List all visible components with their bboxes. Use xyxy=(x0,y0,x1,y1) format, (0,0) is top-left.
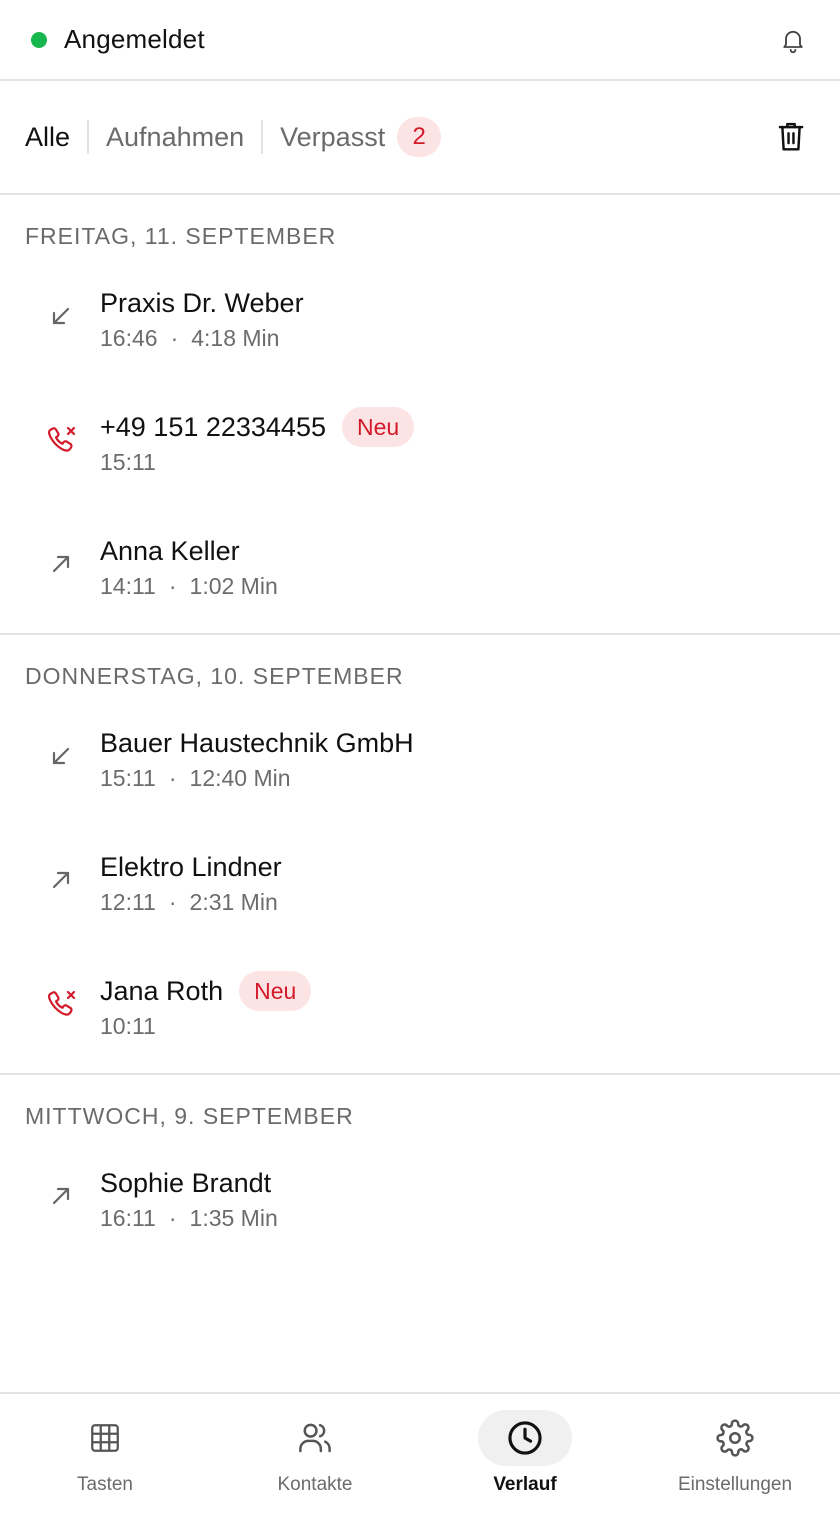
call-time: 12:11 xyxy=(100,889,156,915)
caller-name: Elektro Lindner xyxy=(100,851,282,882)
caller-name: Praxis Dr. Weber xyxy=(100,287,304,318)
call-time: 10:11 xyxy=(100,1013,156,1039)
date-header: MITTWOCH, 9. SEPTEMBER xyxy=(25,1103,354,1129)
caller-name: Jana Roth xyxy=(100,975,224,1006)
status-text: Angemeldet xyxy=(64,24,205,54)
nav-label: Tasten xyxy=(77,1474,133,1495)
meta-separator: · xyxy=(170,325,179,351)
call-duration: 2:31 Min xyxy=(189,889,278,915)
call-duration: 12:40 Min xyxy=(189,765,291,791)
new-badge: Neu xyxy=(239,971,312,1011)
meta-separator: · xyxy=(168,1205,177,1231)
bottom-navigation: Tasten Kontakte Verlauf Einstellungen xyxy=(0,1392,840,1520)
tab-missed-label: Verpasst xyxy=(280,121,386,152)
trash-icon xyxy=(778,122,804,151)
caller-name: Bauer Haustechnik GmbH xyxy=(100,727,414,758)
nav-label: Einstellungen xyxy=(677,1474,793,1495)
meta-separator: · xyxy=(168,889,177,915)
call-history-list: FREITAG, 11. SEPTEMBER Praxis Dr. Weber … xyxy=(0,195,840,1265)
tab-divider xyxy=(261,120,264,154)
call-row[interactable]: Elektro Lindner 12:11 · 2:31 Min xyxy=(0,825,840,949)
call-time: 14:11 xyxy=(100,573,156,599)
date-header: FREITAG, 11. SEPTEMBER xyxy=(25,223,337,249)
call-row[interactable]: Bauer Haustechnik GmbH 15:11 · 12:40 Min xyxy=(0,701,840,825)
call-row[interactable]: Anna Keller 14:11 · 1:02 Min xyxy=(0,509,840,633)
outgoing-call-icon xyxy=(44,1179,78,1213)
call-row[interactable]: +49 151 22334455 Neu 15:11 xyxy=(0,385,840,509)
filter-tabs: Alle Aufnahmen Verpasst 2 xyxy=(0,81,840,195)
call-duration: 4:18 Min xyxy=(191,325,280,351)
outgoing-call-icon xyxy=(44,863,78,897)
nav-label: Verlauf xyxy=(493,1474,557,1495)
date-section: MITTWOCH, 9. SEPTEMBER Sophie Brandt 16:… xyxy=(0,1075,840,1265)
call-time: 16:46 xyxy=(100,325,158,351)
call-duration: 1:35 Min xyxy=(189,1205,278,1231)
nav-settings[interactable]: Einstellungen xyxy=(630,1394,840,1520)
incoming-call-icon xyxy=(44,299,78,333)
tab-divider xyxy=(87,120,90,154)
notifications-button[interactable] xyxy=(771,18,815,62)
call-row[interactable]: Jana Roth Neu 10:11 xyxy=(0,949,840,1073)
caller-name: +49 151 22334455 xyxy=(100,411,326,442)
contacts-icon xyxy=(299,1423,331,1453)
call-row[interactable]: Sophie Brandt 16:11 · 1:35 Min xyxy=(0,1141,840,1265)
date-header: DONNERSTAG, 10. SEPTEMBER xyxy=(25,663,404,689)
status-indicator xyxy=(31,31,47,48)
missed-call-icon xyxy=(44,423,78,457)
call-row[interactable]: Praxis Dr. Weber 16:46 · 4:18 Min xyxy=(0,261,840,385)
incoming-call-icon xyxy=(44,739,78,773)
nav-contacts[interactable]: Kontakte xyxy=(210,1394,420,1520)
delete-history-button[interactable] xyxy=(767,113,815,161)
keypad-icon xyxy=(91,1424,119,1452)
call-time: 15:11 xyxy=(100,449,156,475)
call-duration: 1:02 Min xyxy=(189,573,278,599)
tab-recordings[interactable]: Aufnahmen xyxy=(106,122,244,153)
missed-call-icon xyxy=(44,987,78,1021)
missed-count-badge: 2 xyxy=(397,117,442,157)
call-time: 16:11 xyxy=(100,1205,156,1231)
meta-separator: · xyxy=(168,765,177,791)
bell-icon xyxy=(783,30,803,53)
outgoing-call-icon xyxy=(44,547,78,581)
gear-icon xyxy=(716,1419,754,1457)
nav-keypad[interactable]: Tasten xyxy=(0,1394,210,1520)
meta-separator: · xyxy=(168,573,177,599)
new-badge: Neu xyxy=(341,407,415,447)
caller-name: Sophie Brandt xyxy=(100,1167,272,1198)
nav-label: Kontakte xyxy=(277,1474,353,1495)
tab-missed[interactable]: Verpasst 2 xyxy=(280,117,442,157)
date-section: DONNERSTAG, 10. SEPTEMBER Bauer Haustech… xyxy=(0,635,840,1075)
top-bar: Angemeldet xyxy=(0,0,840,81)
date-section: FREITAG, 11. SEPTEMBER Praxis Dr. Weber … xyxy=(0,195,840,635)
caller-name: Anna Keller xyxy=(100,535,240,566)
nav-history[interactable]: Verlauf xyxy=(420,1394,630,1520)
tab-all[interactable]: Alle xyxy=(25,122,70,153)
clock-icon xyxy=(508,1421,542,1455)
call-time: 15:11 xyxy=(100,765,156,791)
